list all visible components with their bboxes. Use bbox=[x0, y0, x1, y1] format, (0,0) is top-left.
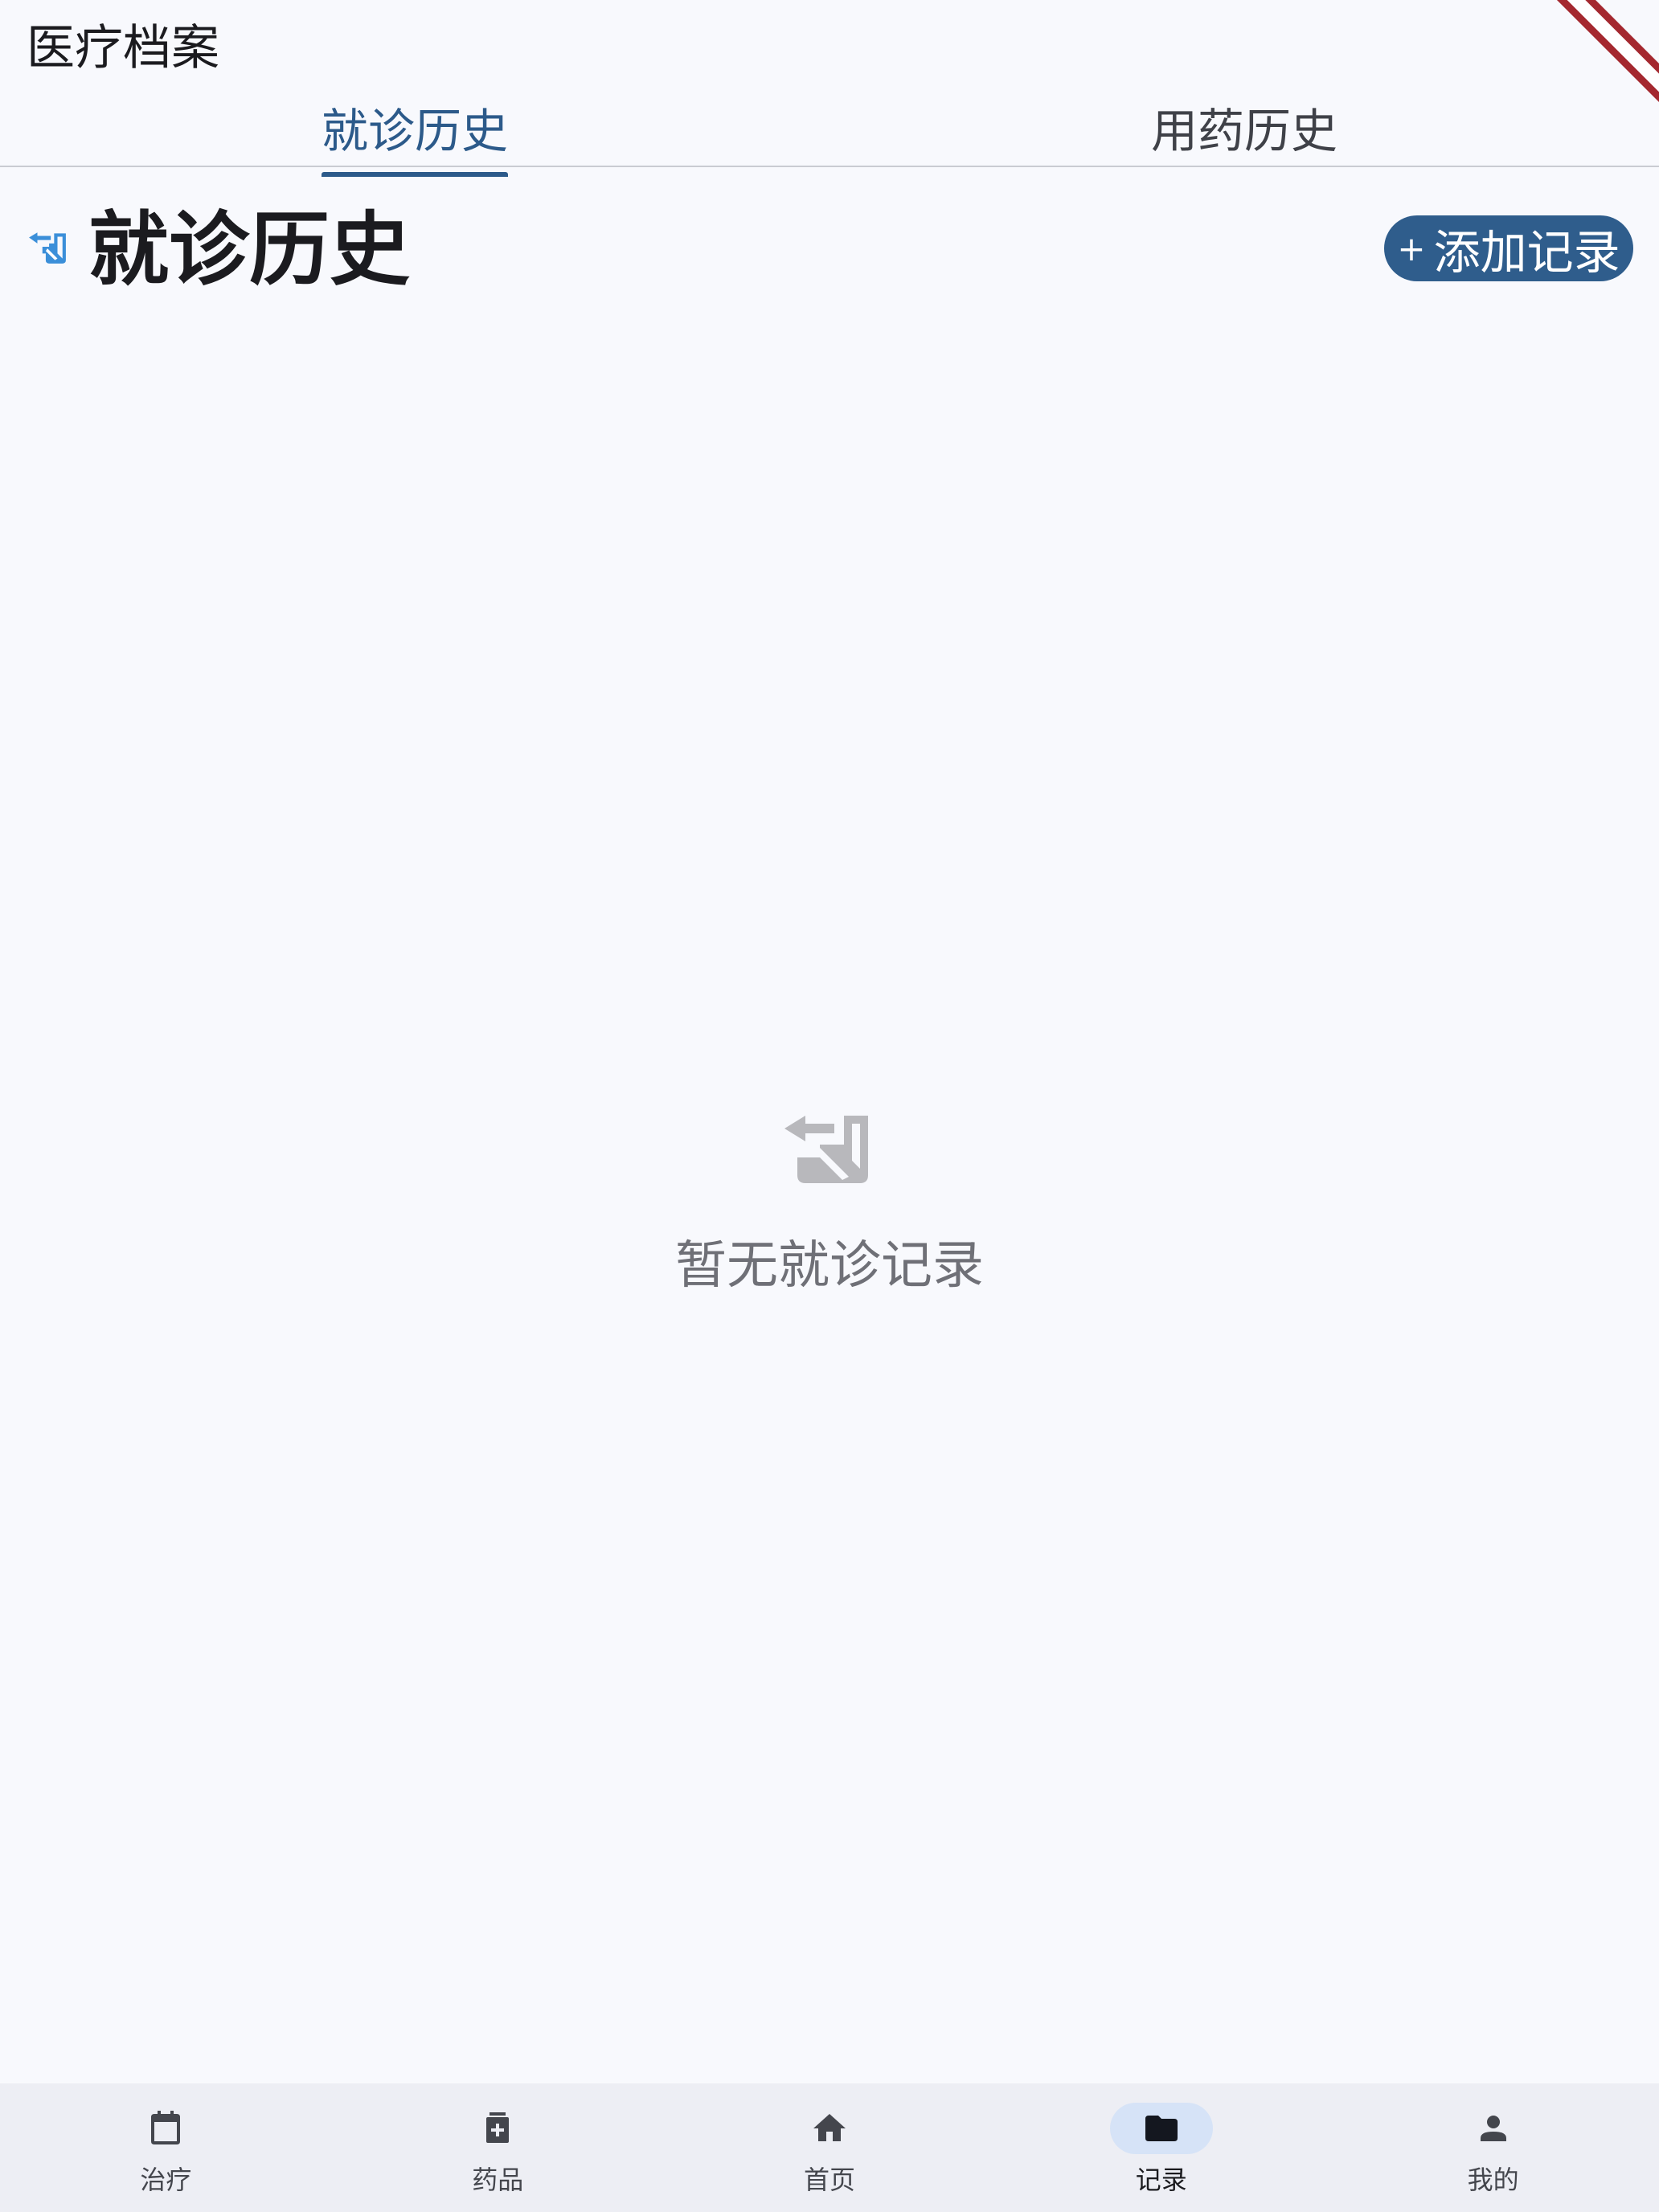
nav-item-home[interactable]: 首页 bbox=[664, 2083, 996, 2212]
add-record-button[interactable]: + 添加记录 bbox=[1384, 215, 1633, 281]
tab-visit-history-label: 就诊历史 bbox=[321, 93, 509, 177]
tab-visit-history[interactable]: 就诊历史 bbox=[0, 88, 830, 177]
nav-icon-container-active bbox=[1109, 2103, 1213, 2154]
app-title: 医疗档案 bbox=[27, 20, 219, 76]
nav-item-medicine[interactable]: 药品 bbox=[332, 2083, 664, 2212]
person-icon bbox=[1480, 2116, 1506, 2141]
nav-icon-container bbox=[446, 2103, 549, 2154]
app-screen: 医疗档案 就诊历史 用药历史 就诊历史 + 添加记录 暂无就诊记录 治疗 药品 … bbox=[0, 0, 1659, 2212]
nav-icon-container bbox=[778, 2103, 881, 2154]
tab-bar: 就诊历史 用药历史 bbox=[0, 88, 1659, 177]
nav-label-records: 记录 bbox=[1135, 2165, 1187, 2195]
plus-icon: + bbox=[1397, 228, 1426, 268]
nav-label-home: 首页 bbox=[803, 2165, 855, 2195]
tab-medication-history[interactable]: 用药历史 bbox=[830, 88, 1659, 166]
nav-item-profile[interactable]: 我的 bbox=[1327, 2083, 1659, 2212]
nav-label-medicine: 药品 bbox=[472, 2165, 524, 2195]
nav-item-treatment[interactable]: 治疗 bbox=[0, 2083, 332, 2212]
section-title: 就诊历史 bbox=[88, 202, 410, 297]
nav-label-treatment: 治疗 bbox=[140, 2165, 192, 2195]
nav-label-profile: 我的 bbox=[1467, 2165, 1519, 2195]
bottom-navigation: 治疗 药品 首页 记录 我的 bbox=[0, 2083, 1659, 2212]
add-record-label: 添加记录 bbox=[1433, 225, 1620, 280]
empty-state-medical-history-icon bbox=[784, 1116, 868, 1183]
nav-icon-container bbox=[1442, 2103, 1545, 2154]
tab-medication-history-label: 用药历史 bbox=[1150, 104, 1337, 158]
home-icon bbox=[813, 2114, 846, 2141]
nav-item-records[interactable]: 记录 bbox=[995, 2083, 1327, 2212]
empty-state-text: 暂无就诊记录 bbox=[675, 1236, 984, 1296]
calendar-icon bbox=[151, 2111, 181, 2144]
folder-icon bbox=[1145, 2116, 1178, 2141]
medicine-bottle-icon bbox=[486, 2112, 510, 2143]
nav-icon-container bbox=[114, 2103, 217, 2154]
medical-history-icon bbox=[29, 232, 66, 264]
